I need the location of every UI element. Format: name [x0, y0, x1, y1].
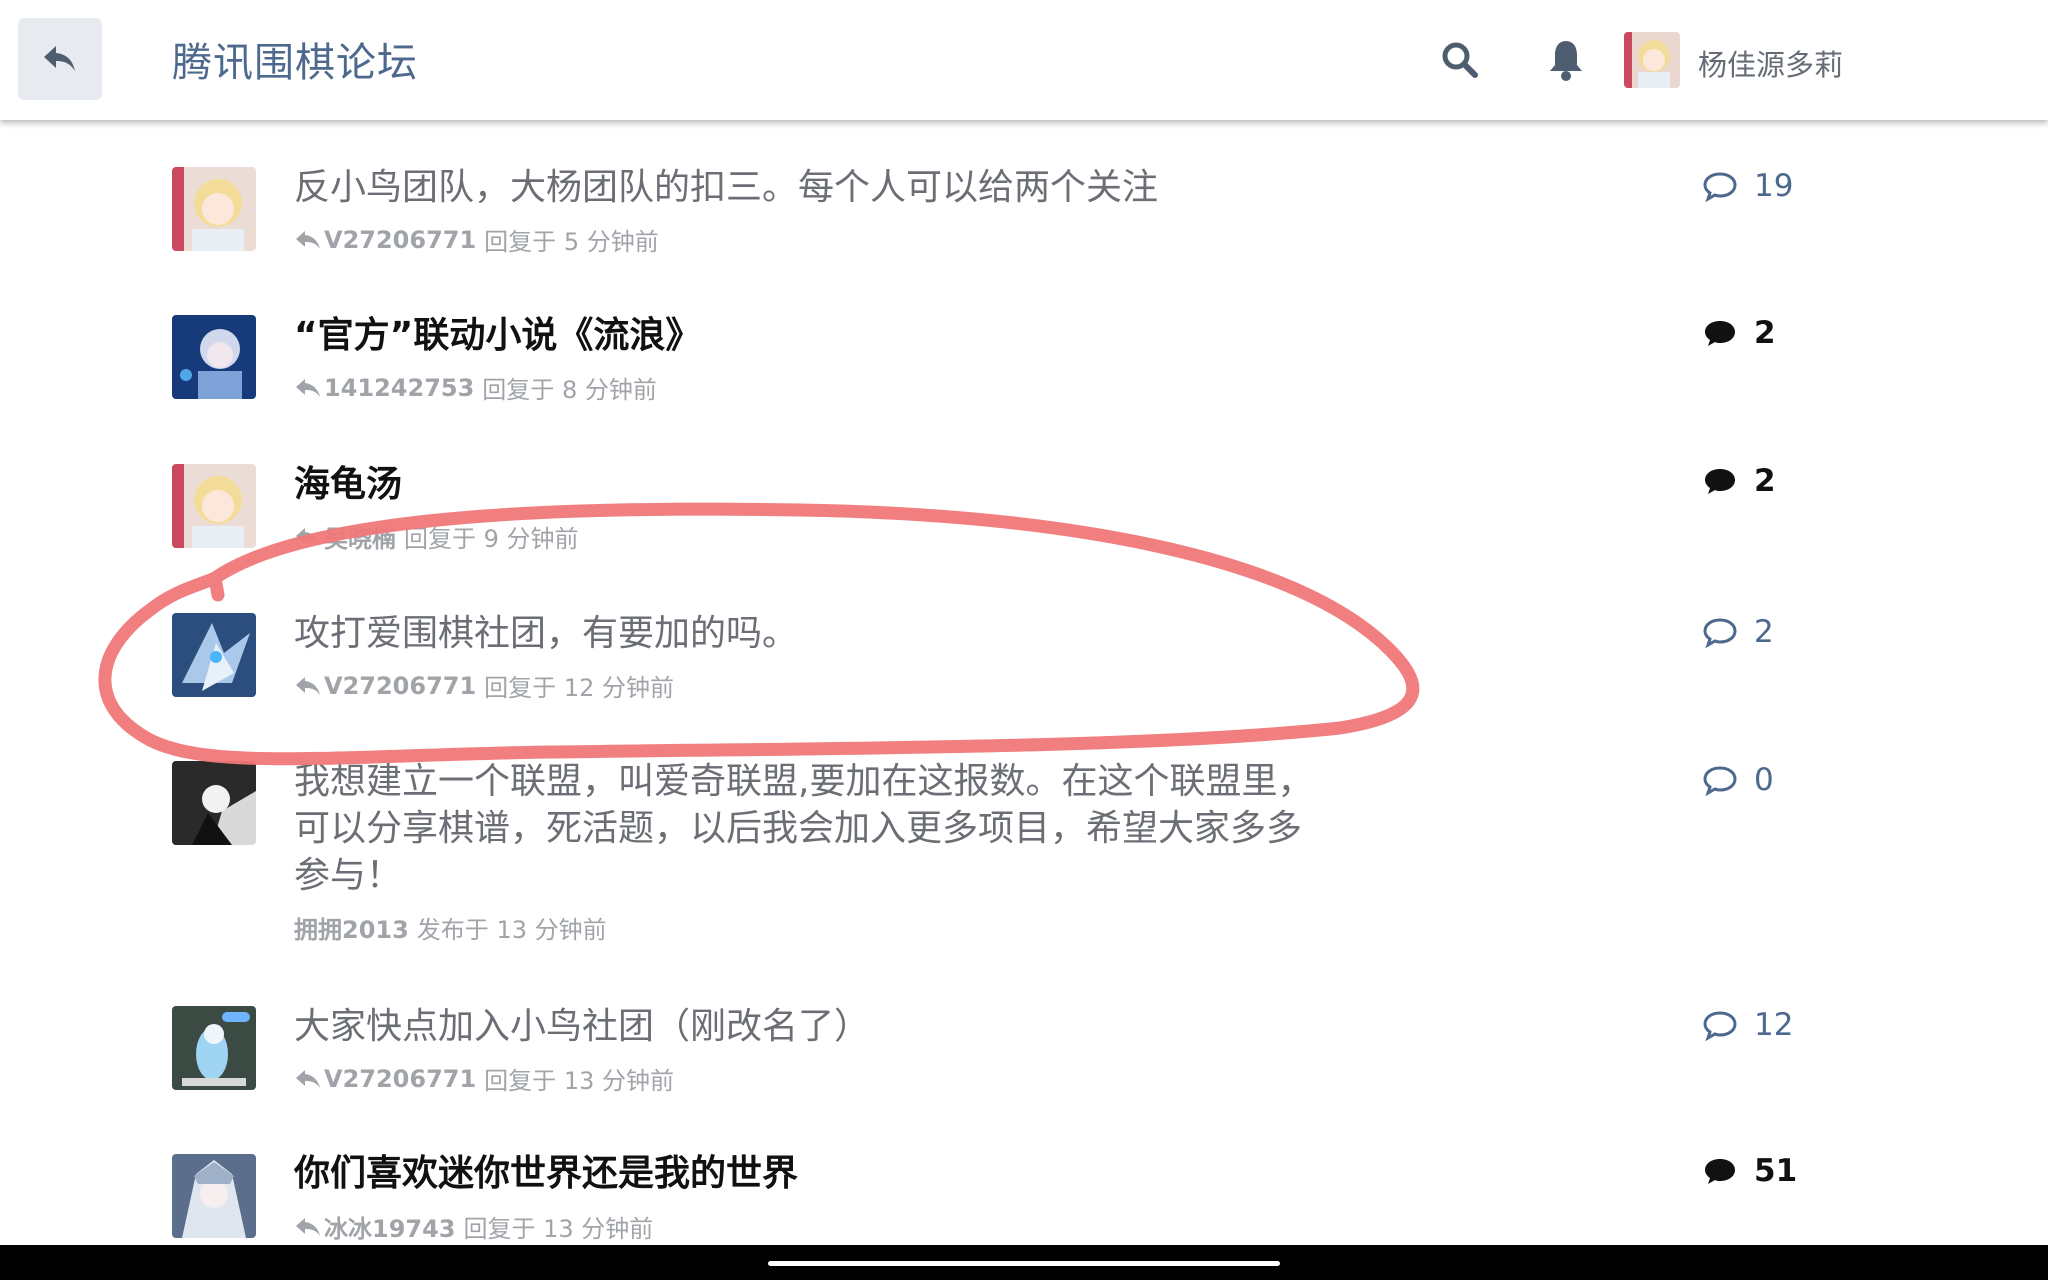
reply-count-value: 12 [1754, 1007, 1794, 1043]
reply-count: 2 [1702, 315, 1776, 351]
reply-username[interactable]: V27206771 [324, 1065, 476, 1093]
reply-time: 8 分钟前 [561, 376, 657, 404]
author-avatar[interactable] [172, 1006, 256, 1090]
user-avatar[interactable] [1624, 32, 1680, 88]
discussion-title[interactable]: 攻打爱围棋社团，有要加的吗。 [294, 610, 1314, 657]
reply-count-value: 19 [1754, 168, 1794, 204]
reply-arrow-icon [44, 46, 75, 71]
discussion-meta: V27206771 回复于 5 分钟前 [294, 222, 659, 257]
forum-title[interactable]: 腾讯围棋论坛 [172, 30, 418, 88]
search-icon[interactable] [1440, 40, 1480, 80]
reply-count-value: 2 [1754, 463, 1776, 499]
header-username[interactable]: 杨佳源多莉 [1698, 42, 1843, 84]
comment-outline-icon [1703, 618, 1737, 648]
reply-username[interactable]: 吴晓楠 [324, 519, 396, 554]
comment-filled-icon [1705, 469, 1735, 494]
discussion-meta: 拥拥2013 发布于 13 分钟前 [294, 910, 607, 945]
reply-count-value: 51 [1754, 1153, 1798, 1189]
post-action: 发布于 [416, 916, 489, 944]
discussion-title[interactable]: 我想建立一个联盟，叫爱奇联盟,要加在这报数。在这个联盟里，可以分享棋谱，死活题，… [294, 758, 1314, 899]
reply-username[interactable]: 141242753 [324, 374, 474, 402]
discussion-meta: V27206771 回复于 13 分钟前 [294, 1061, 674, 1096]
reply-action: 回复于 [484, 674, 557, 702]
reply-count-value: 2 [1754, 315, 1776, 351]
bell-icon[interactable] [1546, 38, 1586, 82]
author-avatar[interactable] [172, 1154, 256, 1238]
comment-outline-icon [1703, 172, 1737, 202]
reply-icon [296, 1069, 320, 1088]
author-avatar[interactable] [172, 315, 256, 399]
author-avatar[interactable] [172, 464, 256, 548]
reply-icon [296, 1217, 320, 1236]
comment-filled-icon [1705, 1159, 1735, 1184]
app-header: 腾讯围棋论坛 杨佳源多莉 [0, 0, 2048, 120]
reply-username[interactable]: 冰冰19743 [324, 1209, 456, 1244]
discussion-meta: 冰冰19743 回复于 13 分钟前 [294, 1209, 653, 1244]
reply-time: 9 分钟前 [483, 525, 579, 553]
reply-username[interactable]: V27206771 [324, 226, 476, 254]
comment-outline-icon [1703, 1011, 1737, 1041]
discussion-title[interactable]: “官方”联动小说《流浪》 [294, 312, 1314, 359]
discussion-meta: 141242753 回复于 8 分钟前 [294, 370, 657, 405]
reply-icon [296, 676, 320, 695]
comment-filled-icon [1705, 321, 1735, 346]
author-avatar[interactable] [172, 613, 256, 697]
discussion-title[interactable]: 反小鸟团队，大杨团队的扣三。每个人可以给两个关注 [294, 164, 1314, 211]
reply-time: 12 分钟前 [563, 674, 674, 702]
discussion-meta: V27206771 回复于 12 分钟前 [294, 668, 674, 703]
reply-action: 回复于 [484, 1067, 557, 1095]
reply-count-value: 0 [1754, 762, 1774, 798]
reply-action: 回复于 [404, 525, 476, 553]
reply-count: 2 [1702, 463, 1776, 499]
discussion-meta: 吴晓楠 回复于 9 分钟前 [294, 519, 579, 554]
home-gesture-handle[interactable] [768, 1261, 1280, 1266]
reply-action: 回复于 [463, 1215, 536, 1243]
reply-action: 回复于 [482, 376, 555, 404]
reply-count: 2 [1702, 614, 1774, 650]
reply-count-value: 2 [1754, 614, 1774, 650]
reply-count: 12 [1702, 1007, 1793, 1043]
author-avatar[interactable] [172, 167, 256, 251]
comment-outline-icon [1703, 766, 1737, 796]
reply-time: 13 分钟前 [543, 1215, 654, 1243]
discussion-title[interactable]: 海龟汤 [294, 461, 1314, 508]
reply-time: 13 分钟前 [563, 1067, 674, 1095]
reply-action: 回复于 [484, 228, 557, 256]
reply-icon [296, 527, 320, 546]
back-button[interactable] [18, 18, 102, 100]
author-username[interactable]: 拥拥2013 [294, 910, 409, 945]
post-time: 13 分钟前 [496, 916, 607, 944]
reply-count: 19 [1702, 168, 1793, 204]
discussion-title[interactable]: 大家快点加入小鸟社团（刚改名了） [294, 1003, 1314, 1050]
reply-username[interactable]: V27206771 [324, 672, 476, 700]
reply-icon [296, 230, 320, 249]
reply-time: 5 分钟前 [563, 228, 659, 256]
reply-count: 0 [1702, 762, 1774, 798]
reply-icon [296, 378, 320, 397]
author-avatar[interactable] [172, 761, 256, 845]
discussion-title[interactable]: 你们喜欢迷你世界还是我的世界 [294, 1150, 1314, 1197]
reply-count: 51 [1702, 1153, 1797, 1189]
